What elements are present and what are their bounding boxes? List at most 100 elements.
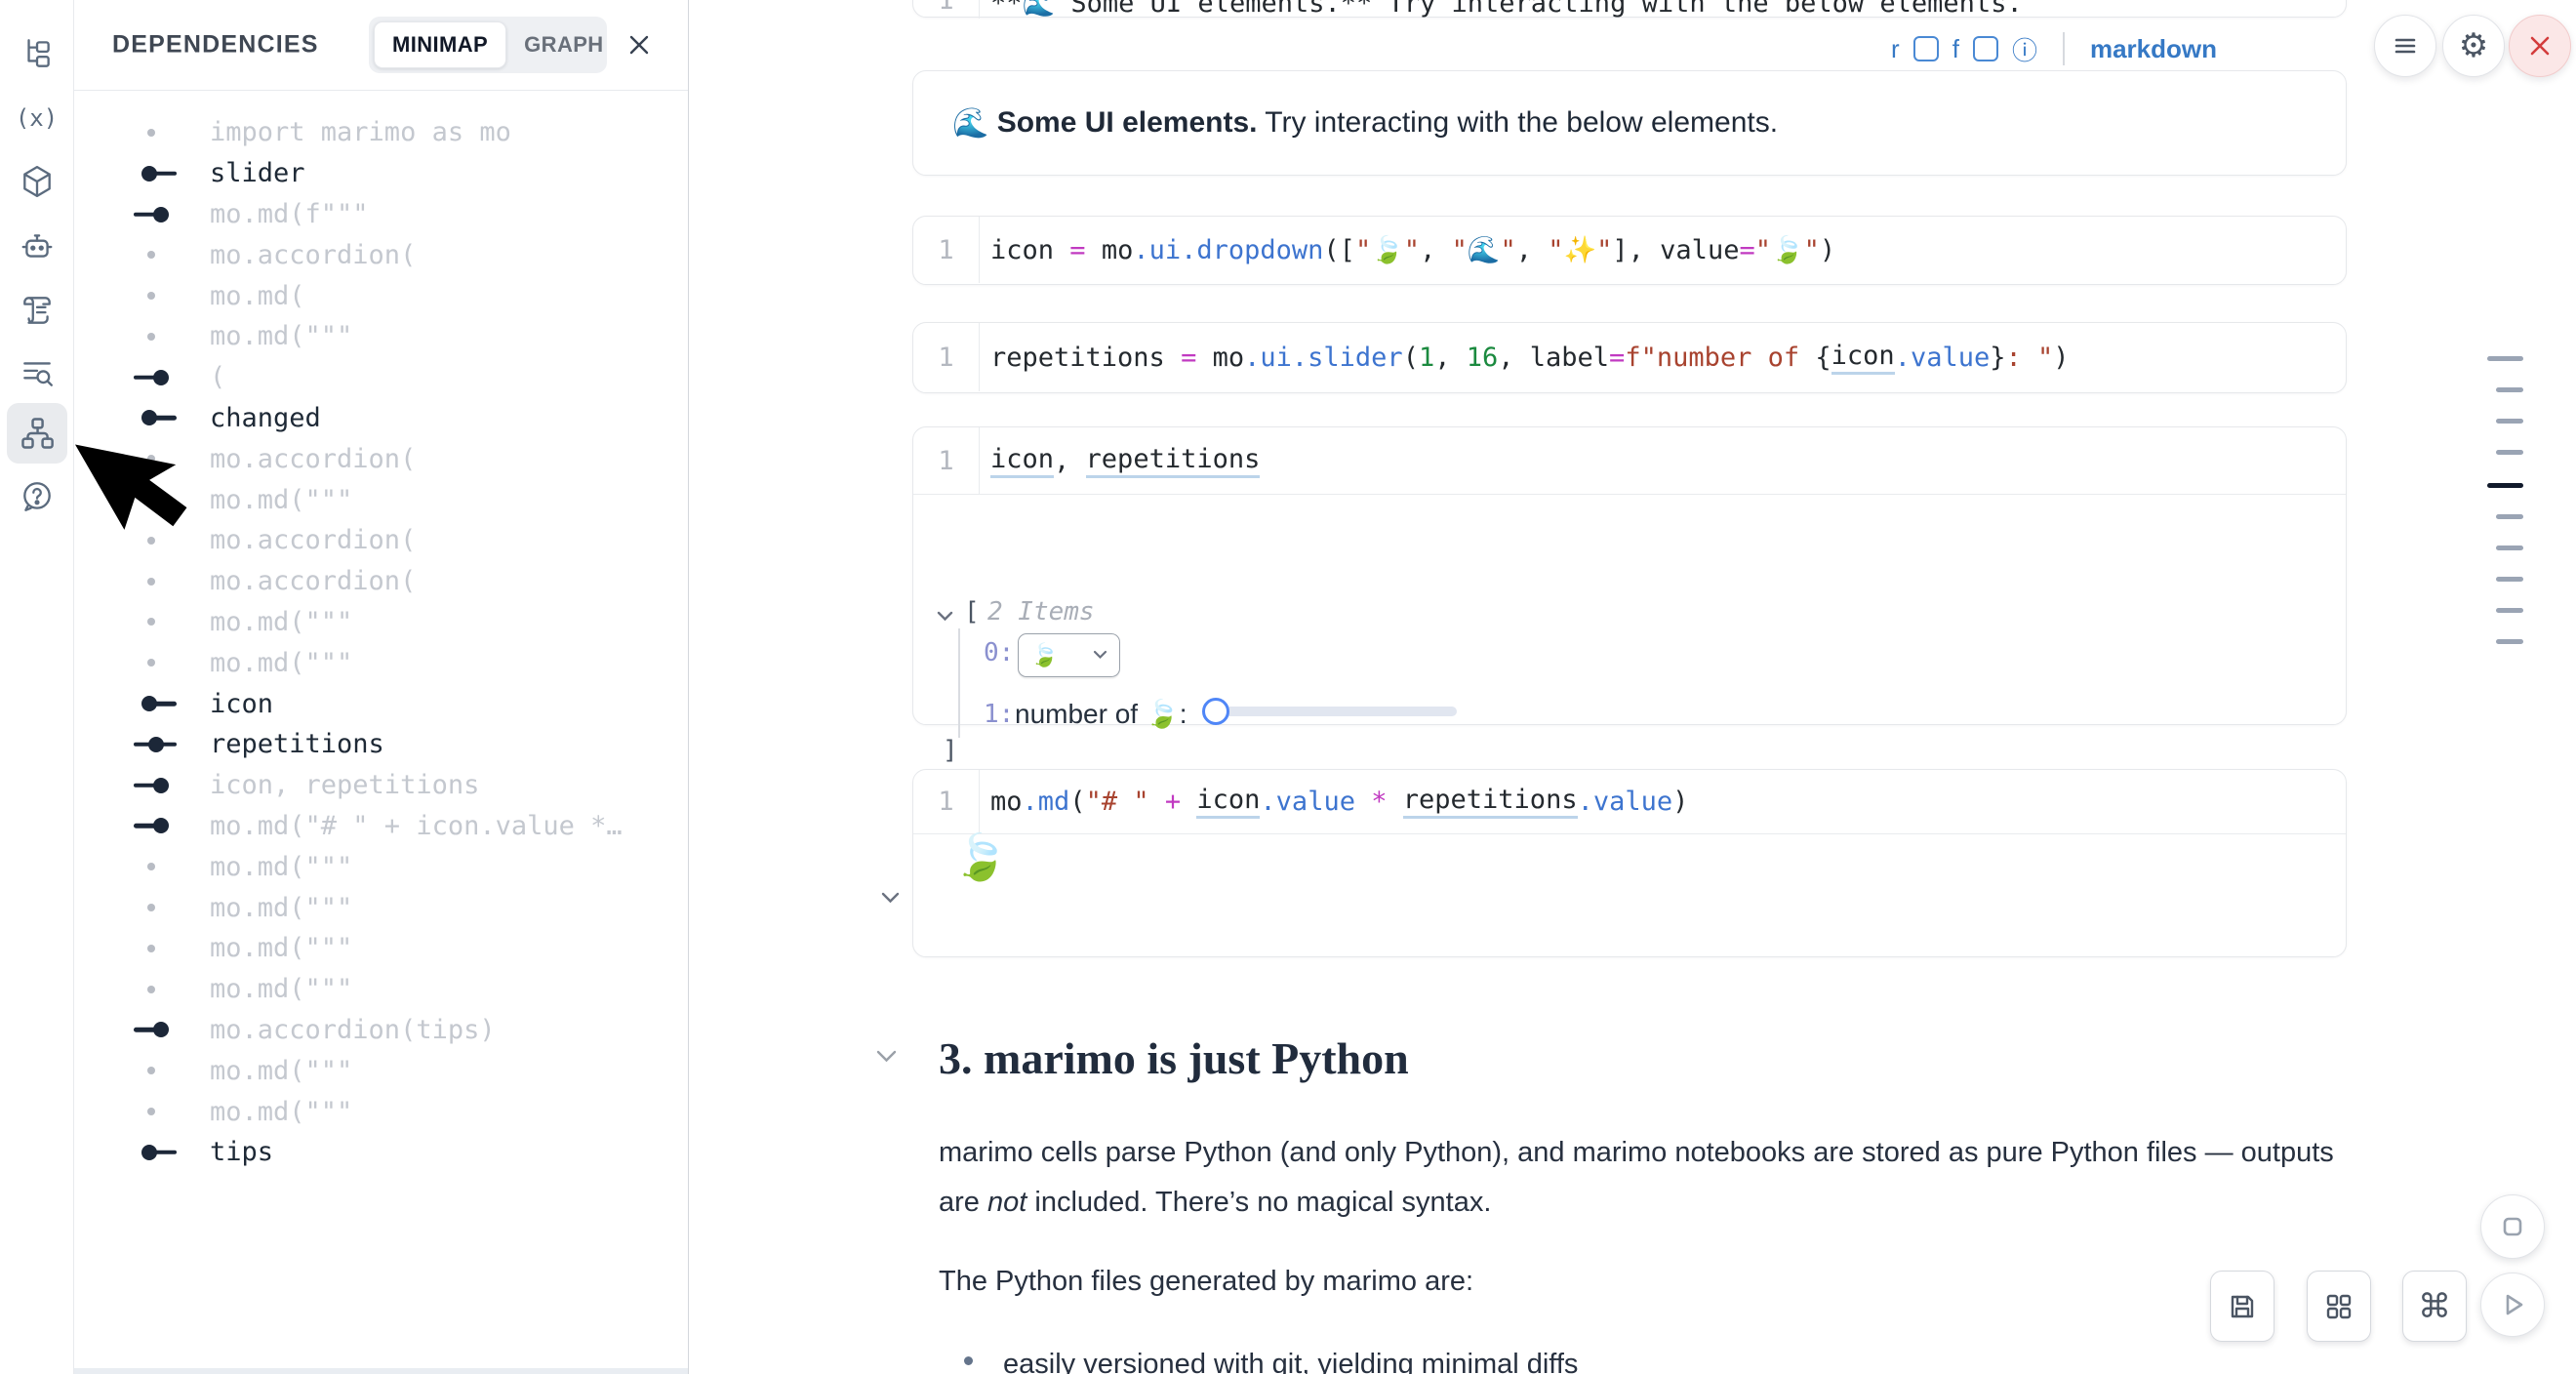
panel-scrollbar[interactable] — [73, 1368, 688, 1374]
code-line[interactable]: repetitions = mo.ui.slider(1, 16, label=… — [990, 323, 2336, 391]
minimap-cell-dash[interactable] — [2496, 387, 2523, 392]
help-button[interactable] — [7, 466, 67, 527]
minimap-cell-dash[interactable] — [2487, 483, 2523, 488]
dropdown-widget[interactable]: 🍃 — [1018, 633, 1120, 677]
minimap-cell-dash[interactable] — [2496, 577, 2523, 582]
dependency-row[interactable]: changed — [73, 398, 688, 439]
checkbox-f[interactable] — [1973, 36, 1998, 61]
save-icon — [2227, 1291, 2258, 1322]
info-icon[interactable]: ⓘ — [2012, 31, 2037, 67]
cell-4[interactable]: 1 icon, repetitions [ 2 Items 0: 🍃 1: nu… — [912, 426, 2347, 725]
code-line[interactable]: mo.md("# " + icon.value * repetitions.va… — [990, 770, 2336, 833]
dependency-row[interactable]: mo.md(""" — [73, 1050, 688, 1091]
settings-button[interactable]: ⚙ — [2442, 15, 2505, 77]
dependency-row[interactable]: mo.md(""" — [73, 846, 688, 887]
stop-button[interactable] — [2480, 1194, 2545, 1259]
dependency-row-label: mo.accordion( — [210, 240, 416, 270]
cell-dot-icon — [134, 112, 179, 153]
dependency-row[interactable]: mo.accordion( — [73, 234, 688, 275]
dependency-row[interactable]: icon — [73, 683, 688, 724]
keyboard-shortcuts-button[interactable]: ⌘ — [2402, 1271, 2467, 1342]
cell-5[interactable]: 1 mo.md("# " + icon.value * repetitions.… — [912, 769, 2347, 957]
variables-button[interactable]: (x) — [7, 88, 67, 148]
dependency-row[interactable]: import marimo as mo — [73, 112, 688, 153]
minimap-cell-dash[interactable] — [2496, 450, 2523, 455]
code-line[interactable]: icon = mo.ui.dropdown(["🍃", "🌊", "✨"], v… — [990, 217, 2336, 283]
section-collapse-chevron-icon[interactable] — [876, 1050, 897, 1068]
code-token: "🍃" — [1355, 234, 1420, 265]
paragraph-line: The Python files generated by marimo are… — [939, 1266, 1473, 1298]
dependency-row-label: mo.md(f""" — [210, 199, 369, 229]
ai-assistant-button[interactable] — [7, 216, 67, 276]
variable-link[interactable]: repetitions — [1086, 444, 1261, 478]
language-mode-button[interactable]: markdown — [2090, 34, 2217, 64]
scratchpad-search-button[interactable] — [7, 343, 67, 403]
dependency-row-label: mo.md(""" — [210, 321, 352, 351]
minimap-cell-dash[interactable] — [2496, 608, 2523, 613]
dependency-row[interactable]: mo.md(""" — [73, 602, 688, 643]
dependency-row[interactable]: tips — [73, 1132, 688, 1173]
dependency-row[interactable]: slider — [73, 153, 688, 194]
tab-graph[interactable]: GRAPH — [506, 21, 621, 68]
variable-link[interactable]: repetitions — [1403, 785, 1578, 819]
minimap-cell-dash[interactable] — [2487, 356, 2523, 361]
dependency-row[interactable]: mo.md(""" — [73, 969, 688, 1010]
minimap-cell-dash[interactable] — [2496, 546, 2523, 550]
dependency-row-label: mo.md( — [210, 281, 305, 311]
minimap-cell-dash[interactable] — [2496, 419, 2523, 424]
minimap-cell-dash[interactable] — [2496, 514, 2523, 519]
dependency-row[interactable]: mo.md(""" — [73, 642, 688, 683]
dependency-row[interactable]: mo.md(""" — [73, 1091, 688, 1132]
dependency-row-label: mo.md(""" — [210, 485, 352, 515]
notebook-menu-button[interactable] — [2374, 15, 2436, 77]
dependency-row[interactable]: ( — [73, 357, 688, 398]
app-window: (x) DEPENDENCIES MINIMAP GRAPH — [0, 0, 2576, 1374]
output-collapse-chevron-icon[interactable] — [881, 891, 900, 909]
shutdown-button[interactable] — [2509, 15, 2571, 77]
code-token: ) — [2053, 343, 2069, 373]
code-token: icon — [990, 235, 1054, 265]
wave-emoji-icon: 🌊 — [952, 106, 997, 141]
variable-link[interactable]: icon — [990, 444, 1054, 478]
slider-thumb[interactable] — [1202, 698, 1229, 725]
file-tree-button[interactable] — [7, 23, 67, 84]
code-line[interactable]: icon, repetitions — [990, 427, 2336, 494]
dependency-row[interactable]: mo.md(f""" — [73, 194, 688, 235]
layout-button[interactable] — [2307, 1271, 2371, 1342]
packages-button[interactable] — [7, 151, 67, 212]
code-line[interactable]: **🌊 Some UI elements.** Try interacting … — [990, 0, 2336, 19]
cell-3[interactable]: 1 repetitions = mo.ui.slider(1, 16, labe… — [912, 322, 2347, 393]
snippets-button[interactable] — [7, 280, 67, 341]
code-token: : " — [2006, 343, 2054, 373]
cell-dot-icon — [134, 234, 179, 275]
run-config-f[interactable]: f — [1952, 34, 1959, 64]
dependency-row[interactable]: icon, repetitions — [73, 765, 688, 806]
dependency-row-label: mo.md(""" — [210, 648, 352, 678]
tab-minimap[interactable]: MINIMAP — [374, 21, 506, 68]
run-all-button[interactable] — [2480, 1273, 2545, 1337]
code-token: 1 — [1419, 343, 1434, 373]
run-config-r[interactable]: r — [1891, 34, 1900, 64]
dependencies-button[interactable] — [7, 403, 67, 464]
cell-1-editor[interactable]: 1 **🌊 Some UI elements.** Try interactin… — [912, 0, 2347, 18]
close-panel-button[interactable] — [620, 25, 659, 64]
line-number: 1 — [913, 0, 980, 19]
code-token — [1181, 787, 1196, 817]
variable-def-icon — [134, 683, 179, 724]
dependency-row[interactable]: mo.accordion(tips) — [73, 1010, 688, 1051]
dependency-row[interactable]: repetitions — [73, 724, 688, 765]
slider-track[interactable] — [1204, 707, 1457, 716]
dependency-row[interactable]: mo.md(""" — [73, 887, 688, 928]
minimap-cell-dash[interactable] — [2496, 639, 2523, 644]
cell-2[interactable]: 1 icon = mo.ui.dropdown(["🍃", "🌊", "✨"],… — [912, 216, 2347, 285]
save-button[interactable] — [2210, 1271, 2274, 1342]
menu-icon — [2391, 31, 2420, 61]
dependency-row[interactable]: mo.md(""" — [73, 928, 688, 969]
variable-link[interactable]: icon — [1196, 785, 1260, 819]
dependency-row[interactable]: mo.md(""" — [73, 316, 688, 357]
checkbox-r[interactable] — [1913, 36, 1939, 61]
variable-link[interactable]: icon — [1831, 341, 1895, 375]
dependency-row[interactable]: mo.md("# " + icon.value *… — [73, 806, 688, 847]
dependency-row[interactable]: mo.md( — [73, 275, 688, 316]
collapse-chevron-icon[interactable] — [937, 599, 953, 628]
